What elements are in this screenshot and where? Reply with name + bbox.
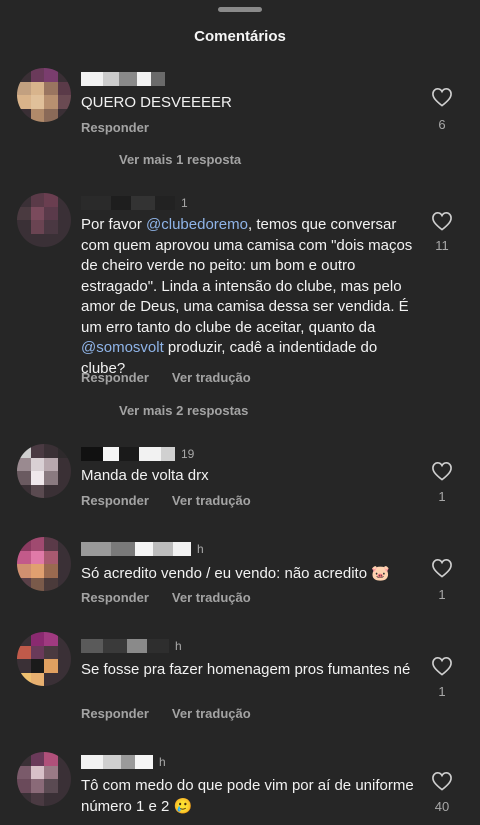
like-button[interactable] [428, 211, 456, 231]
username-blurred[interactable]: 19 [81, 447, 194, 461]
sheet-title: Comentários [194, 28, 286, 45]
like-button[interactable] [428, 558, 456, 578]
heart-icon [432, 461, 452, 481]
comment-time: 19 [181, 447, 195, 461]
drag-handle[interactable] [218, 7, 262, 12]
avatar[interactable] [17, 444, 71, 498]
like-button[interactable] [428, 656, 456, 676]
heart-icon [432, 558, 452, 578]
comment-time: h [197, 542, 204, 556]
username-blurred[interactable]: 1 [81, 196, 188, 210]
heart-icon [432, 211, 452, 231]
username-blurred[interactable]: h [81, 639, 182, 653]
avatar[interactable] [17, 632, 71, 686]
comment-text: Manda de volta drx [81, 467, 209, 484]
reply-button[interactable]: Responder [81, 590, 149, 605]
avatar[interactable] [17, 68, 71, 122]
like-button[interactable] [428, 87, 456, 107]
like-count: 1 [438, 489, 446, 504]
reply-button[interactable]: Responder [81, 706, 149, 721]
like-count: 11 [435, 238, 449, 253]
comment-text: Só acredito vendo / eu vendo: não acredi… [81, 565, 390, 582]
comment-time: 1 [181, 196, 188, 210]
translate-button[interactable]: Ver tradução [172, 370, 251, 385]
comment-text: Tô com medo do que pode vim por aí de un… [81, 777, 414, 815]
like-count: 6 [438, 117, 446, 132]
avatar[interactable] [17, 537, 71, 591]
like-button[interactable] [428, 461, 456, 481]
view-more-replies[interactable]: Ver mais 2 respostas [119, 403, 248, 418]
heart-icon [432, 87, 452, 107]
comment-text: Por favor @clubedoremo, temos que conver… [81, 216, 413, 377]
like-count: 1 [438, 684, 446, 699]
comment-time: h [175, 639, 182, 653]
username-blurred[interactable]: h [81, 755, 166, 769]
mention-link[interactable]: @clubedoremo [146, 216, 248, 233]
translate-button[interactable]: Ver tradução [172, 493, 251, 508]
reply-button[interactable]: Responder [81, 493, 149, 508]
comment-text: Se fosse pra fazer homenagem pros fumant… [81, 661, 411, 678]
avatar[interactable] [17, 752, 71, 806]
heart-icon [432, 771, 452, 791]
view-more-replies[interactable]: Ver mais 1 resposta [119, 152, 241, 167]
like-count: 40 [434, 799, 450, 814]
avatar[interactable] [17, 193, 71, 247]
translate-button[interactable]: Ver tradução [172, 706, 251, 721]
like-button[interactable] [428, 771, 456, 791]
mention-link[interactable]: @somosvolt [81, 339, 164, 356]
username-blurred[interactable]: h [81, 542, 204, 556]
comment-text: QUERO DESVEEEER [81, 94, 232, 111]
like-count: 1 [438, 587, 446, 602]
heart-icon [432, 656, 452, 676]
reply-button[interactable]: Responder [81, 370, 149, 385]
comment-time: h [159, 755, 166, 769]
translate-button[interactable]: Ver tradução [172, 590, 251, 605]
username-blurred[interactable] [81, 72, 165, 86]
reply-button[interactable]: Responder [81, 120, 149, 135]
